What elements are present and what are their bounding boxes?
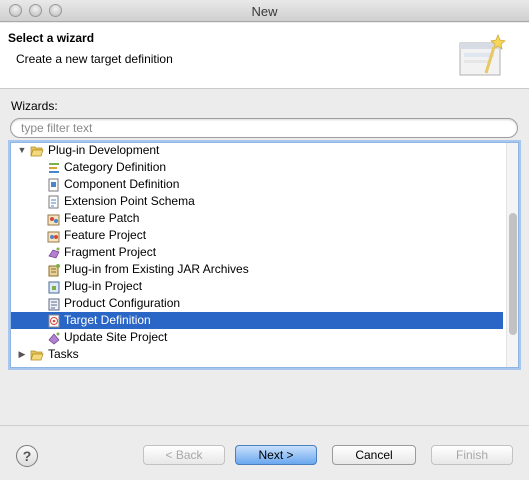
page-title: Select a wizard [8, 31, 95, 45]
feature-patch-icon [47, 214, 60, 226]
tree-item-product-configuration[interactable]: Product Configuration [11, 295, 503, 312]
tree-item-plugin-from-jar[interactable]: Plug-in from Existing JAR Archives [11, 261, 503, 278]
tree-item-component-definition[interactable]: Component Definition [11, 176, 503, 193]
tree-item-label: Target Definition [64, 313, 151, 327]
title-bar: New [0, 0, 529, 22]
tree-item-fragment-project[interactable]: Fragment Project [11, 244, 503, 261]
tree-item-label: Feature Patch [64, 211, 140, 225]
tree-item-label: Component Definition [64, 177, 180, 191]
schema-icon [48, 195, 59, 209]
tree-item-label: Plug-in Project [64, 279, 143, 293]
tree-item-label: Tasks [48, 347, 79, 361]
page-description: Create a new target definition [16, 52, 173, 66]
plugin-project-icon [48, 281, 60, 294]
tree-item-label: Fragment Project [64, 245, 157, 259]
tree-item-tasks[interactable]: ▶ Tasks [11, 346, 503, 363]
tree-item-plugin-development[interactable]: ▼ Plug-in Development [11, 143, 503, 159]
tree-item-label: Plug-in from Existing JAR Archives [64, 262, 249, 276]
button-bar-divider [0, 425, 529, 426]
product-icon [48, 298, 60, 311]
tree-item-target-definition[interactable]: Target Definition [11, 312, 503, 329]
component-icon [48, 178, 59, 192]
wizard-banner-icon [459, 34, 506, 76]
scrollbar-thumb[interactable] [509, 213, 517, 335]
next-button[interactable]: Next > [235, 445, 317, 465]
tree-item-label: Update Site Project [64, 330, 168, 344]
jar-plugin-icon [48, 264, 60, 277]
fragment-icon [48, 247, 60, 259]
tree-item-label: Extension Point Schema [64, 194, 195, 208]
finish-button[interactable]: Finish [431, 445, 513, 465]
target-icon [48, 314, 60, 328]
folder-icon [30, 350, 44, 361]
new-wizard-window: New Select a wizard Create a new target … [0, 0, 529, 480]
update-site-icon [48, 332, 60, 345]
tree-item-plugin-project[interactable]: Plug-in Project [11, 278, 503, 295]
tree-item-update-site-project[interactable]: Update Site Project [11, 329, 503, 346]
folder-open-icon [30, 146, 44, 157]
back-button[interactable]: < Back [143, 445, 225, 465]
filter-input[interactable] [10, 118, 518, 138]
tree-item-extension-point-schema[interactable]: Extension Point Schema [11, 193, 503, 210]
vertical-scrollbar[interactable] [506, 143, 518, 367]
collapse-arrow-icon[interactable]: ▶ [17, 346, 27, 363]
category-icon [49, 163, 59, 173]
wizards-label: Wizards: [11, 99, 58, 113]
feature-project-icon [47, 231, 60, 243]
wizard-tree[interactable]: ▼ Plug-in Development Category Definitio… [10, 142, 519, 368]
window-title: New [251, 4, 278, 19]
tree-item-feature-patch[interactable]: Feature Patch [11, 210, 503, 227]
tree-item-label: Product Configuration [64, 296, 181, 310]
tree-item-label: Category Definition [64, 160, 167, 174]
tree-item-category-definition[interactable]: Category Definition [11, 159, 503, 176]
expand-arrow-icon[interactable]: ▼ [17, 143, 27, 159]
cancel-button[interactable]: Cancel [332, 445, 416, 465]
tree-item-label: Plug-in Development [48, 143, 160, 157]
wizard-header: Select a wizard Create a new target defi… [0, 23, 529, 89]
tree-item-feature-project[interactable]: Feature Project [11, 227, 503, 244]
tree-item-label: Feature Project [64, 228, 147, 242]
help-button[interactable]: ? [16, 445, 38, 467]
